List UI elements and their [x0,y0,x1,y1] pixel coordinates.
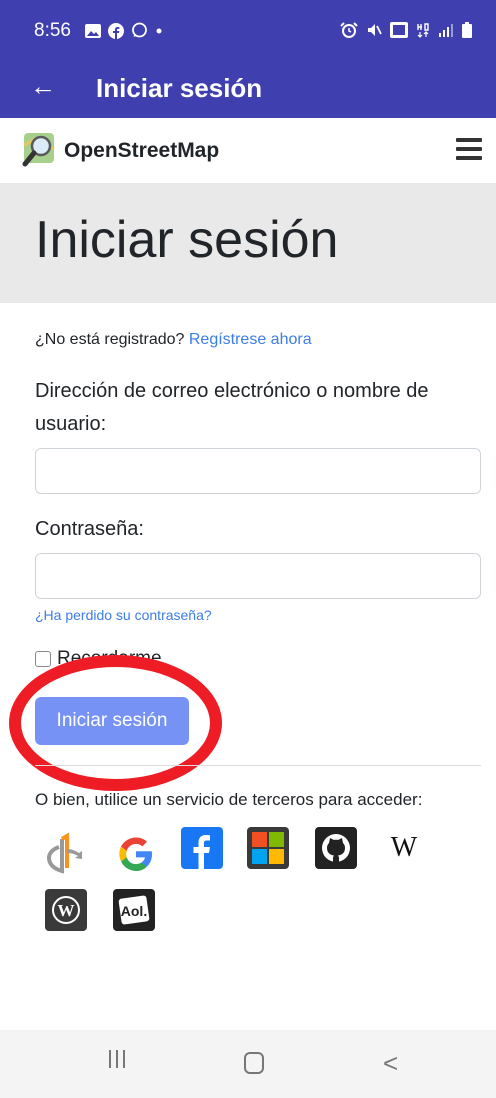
nav-back-icon[interactable]: < [383,1048,398,1079]
google-icon[interactable] [115,833,157,875]
alarm-icon [340,22,358,38]
whatsapp-icon [132,22,147,38]
login-button[interactable]: Iniciar sesión [35,697,189,745]
third-party-text: O bien, utilice un servicio de terceros … [35,790,423,809]
github-icon[interactable] [315,827,357,869]
svg-text:Aol.: Aol. [121,903,147,919]
status-icons-left [85,22,163,39]
mute-icon [368,24,382,36]
remember-me-label[interactable]: Recordarme [57,648,162,670]
battery-icon [462,22,472,38]
remember-me-checkbox[interactable] [35,651,51,667]
dot-icon [156,28,162,33]
svg-text:W: W [391,832,418,863]
facebook-icon [108,22,124,39]
wordpress-icon[interactable]: W [45,889,87,931]
title-band: Iniciar sesión [0,183,496,303]
svg-text:W: W [58,901,75,920]
system-nav-bar: < [0,1030,496,1098]
status-bar: 8:56 [0,0,496,58]
back-arrow-icon[interactable]: ← [30,73,56,99]
lost-password-link[interactable]: ¿Ha perdido su contraseña? [35,607,212,623]
recents-icon[interactable] [109,1050,127,1072]
4g-icon [417,23,429,38]
status-time: 8:56 [34,20,71,41]
app-bar: ← Iniciar sesión [0,58,496,118]
site-brand[interactable]: OpenStreetMap [64,139,219,163]
facebook-login-icon[interactable] [181,827,223,869]
menu-hamburger-icon[interactable] [456,138,482,160]
email-field[interactable] [35,448,481,494]
password-field[interactable] [35,553,481,599]
microsoft-icon[interactable] [247,827,289,869]
remember-me-row[interactable]: Recordarme [35,648,162,670]
signal-icon [439,24,453,37]
home-icon[interactable] [244,1052,264,1074]
aol-icon[interactable]: Aol. [113,889,155,931]
wikipedia-icon[interactable]: W [383,827,425,869]
divider [35,765,481,766]
email-label: Dirección de correo electrónico o nombre… [35,380,429,435]
gallery-icon [85,23,101,38]
register-prompt: ¿No está registrado? Regístrese ahora [35,331,312,349]
status-icons-right [340,22,472,38]
volte-icon [390,22,408,38]
page-title: Iniciar sesión [35,211,339,269]
password-label: Contraseña: [35,518,144,540]
register-link[interactable]: Regístrese ahora [189,331,312,348]
register-prompt-text: ¿No está registrado? [35,331,185,348]
site-header: OpenStreetMap [0,118,496,183]
openid-icon[interactable] [45,833,87,875]
app-bar-title: Iniciar sesión [96,73,263,103]
openstreetmap-logo-icon[interactable] [22,131,58,167]
